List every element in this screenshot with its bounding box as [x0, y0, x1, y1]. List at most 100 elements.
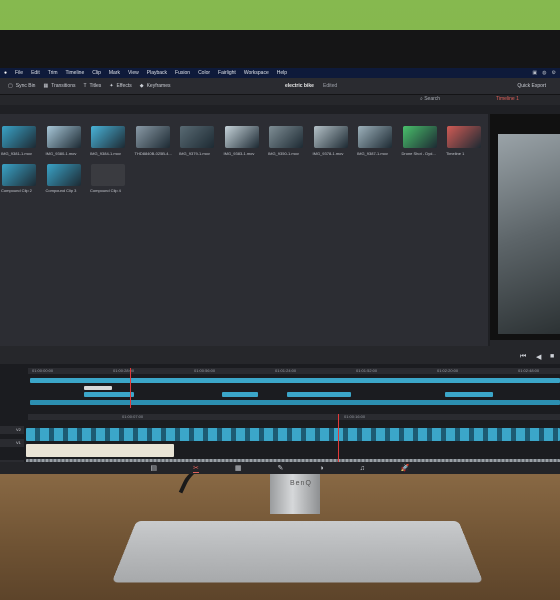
- menu-item[interactable]: Trim: [48, 70, 58, 76]
- menu-item[interactable]: Color: [198, 70, 210, 76]
- clip-name: IMG_9384-1.mov: [90, 151, 121, 156]
- clip-thumbnail[interactable]: [402, 126, 437, 148]
- sub-toolbar: ⌕ Search Timeline 1: [0, 95, 560, 105]
- clip-name: Drone Shot - Dyd...: [401, 151, 436, 156]
- clip-name: IMG_9379-1.mov: [179, 151, 210, 156]
- overview-clip[interactable]: [84, 392, 134, 397]
- cut-page-icon[interactable]: ✂: [193, 464, 199, 473]
- overview-clip[interactable]: [30, 400, 560, 405]
- color-page-icon[interactable]: ◑: [319, 465, 323, 472]
- menu-item[interactable]: Mark: [109, 70, 120, 76]
- status-icon: ◍: [542, 70, 547, 76]
- clip-thumbnail[interactable]: [180, 126, 214, 148]
- clip-name: IMG_9380-1.mov: [45, 151, 77, 156]
- menu-item[interactable]: File: [15, 70, 23, 76]
- deliver-page-icon[interactable]: 🚀: [401, 464, 410, 472]
- titles-button[interactable]: T Titles: [83, 83, 101, 89]
- skip-back-icon[interactable]: ⏮: [520, 353, 526, 361]
- menu-item[interactable]: Fusion: [175, 70, 190, 76]
- apple-icon[interactable]: ●: [4, 70, 7, 76]
- stop-icon[interactable]: ■: [550, 353, 554, 360]
- video-clip-strip[interactable]: [26, 428, 560, 441]
- title-clip[interactable]: [26, 444, 174, 457]
- timecode-label: 01:01:52:00: [356, 368, 378, 373]
- effects-icon: ✦: [109, 83, 114, 89]
- timecode-label: 01:00:00:00: [32, 368, 54, 373]
- keyframes-button[interactable]: ◆ Keyframes: [140, 83, 171, 89]
- transitions-button[interactable]: ▦ Transitions: [43, 83, 75, 89]
- viewer-image: [498, 134, 560, 334]
- clip-name: Compound Clip 4: [90, 188, 121, 193]
- edit-page-icon[interactable]: ▦: [235, 464, 242, 472]
- monitor-stand-base: [111, 520, 484, 583]
- project-name: electric bike: [285, 83, 314, 89]
- sync-bin-button[interactable]: ▢ Sync Bin: [8, 83, 35, 89]
- clip-thumbnail[interactable]: [358, 126, 392, 148]
- clip-name: Compound Clip 2: [1, 188, 32, 193]
- overview-clip[interactable]: [222, 392, 258, 397]
- clip-thumbnail[interactable]: [447, 126, 481, 148]
- effects-button[interactable]: ✦ Effects: [109, 83, 131, 89]
- overview-clip[interactable]: [30, 378, 560, 383]
- overview-clip[interactable]: [84, 386, 112, 390]
- fusion-page-icon[interactable]: ✎: [278, 464, 284, 472]
- menu-item[interactable]: Help: [277, 70, 287, 76]
- quick-export-button[interactable]: Quick Export: [517, 83, 546, 89]
- compound-clip-thumbnail[interactable]: [46, 164, 81, 186]
- track-header[interactable]: V2: [0, 426, 24, 434]
- status-icon: ⚙: [551, 70, 556, 76]
- menu-item[interactable]: View: [128, 70, 139, 76]
- clip-thumbnail[interactable]: [2, 126, 36, 148]
- timeline-toolbar: [0, 346, 490, 364]
- transitions-icon: ▦: [43, 83, 49, 89]
- viewer: [490, 114, 560, 340]
- compound-clip-thumbnail[interactable]: [2, 164, 36, 186]
- project-status: Edited: [323, 83, 338, 89]
- clip-name: THD8840B-025B-4...: [134, 151, 172, 156]
- monitor: ● File Edit Trim Timeline Clip Mark View Playba…: [0, 30, 560, 487]
- track-header[interactable]: V1: [0, 439, 24, 447]
- menu-item[interactable]: Edit: [31, 70, 40, 76]
- menu-item[interactable]: Workspace: [244, 70, 269, 76]
- page-bar: ▤ ✂ ▦ ✎ ◑ ♫ 🚀: [0, 462, 560, 474]
- clip-name: IMG_9378-1.mov: [312, 151, 344, 156]
- clip-thumbnail[interactable]: [46, 126, 81, 148]
- menu-status: ▣ ◍ ⚙: [532, 70, 560, 76]
- search-field[interactable]: ⌕ Search: [420, 96, 440, 102]
- keyframes-icon: ◆: [139, 83, 144, 89]
- status-icon: ▣: [532, 70, 538, 76]
- timeline: 01:00:00:00 01:00:28:00 01:00:56:00 01:01:2…: [0, 364, 560, 474]
- menu-item[interactable]: Timeline: [66, 70, 85, 76]
- track-label: V2: [16, 427, 21, 432]
- clip-thumbnail[interactable]: [135, 126, 170, 148]
- fairlight-page-icon[interactable]: ♫: [360, 465, 365, 472]
- clip-thumbnail[interactable]: [269, 126, 303, 148]
- clip-thumbnail[interactable]: [91, 126, 125, 148]
- screen: ● File Edit Trim Timeline Clip Mark View Playba…: [0, 68, 560, 474]
- timecode-label: 01:02:20:00: [437, 368, 459, 373]
- clip-name: IMG_9381-1.mov: [1, 151, 32, 156]
- timecode-label: 01:00:07:00: [122, 414, 144, 419]
- timecode-label: 01:00:56:00: [194, 368, 216, 373]
- menu-item[interactable]: Fairlight: [218, 70, 236, 76]
- titles-icon: T: [83, 83, 87, 89]
- overview-clip[interactable]: [445, 392, 493, 397]
- overview-clip[interactable]: [287, 392, 351, 397]
- clip-name: Compound Clip 3: [45, 188, 77, 193]
- timecode-label: 01:00:16:00: [344, 414, 366, 419]
- playhead-overview[interactable]: [130, 368, 131, 408]
- clip-name: Timeline 1: [446, 151, 465, 156]
- menu-item[interactable]: Clip: [92, 70, 101, 76]
- play-reverse-icon[interactable]: ◀: [536, 353, 541, 361]
- media-page-icon[interactable]: ▤: [150, 464, 157, 472]
- timeline-selector[interactable]: Timeline 1: [496, 96, 519, 102]
- clip-thumbnail[interactable]: [224, 126, 259, 148]
- timeline-ruler-detail: 01:00:07:00 01:00:16:00: [28, 414, 560, 420]
- menu-item[interactable]: Playback: [147, 70, 167, 76]
- toolbar: ▢ Sync Bin ▦ Transitions T Titles ✦ Effects …: [0, 78, 560, 95]
- benq-logo: BenQ: [290, 480, 312, 487]
- sync-bin-icon: ▢: [8, 83, 13, 89]
- timecode-label: 01:01:24:00: [275, 368, 297, 373]
- compound-clip-thumbnail[interactable]: [91, 164, 125, 186]
- clip-thumbnail[interactable]: [313, 126, 348, 148]
